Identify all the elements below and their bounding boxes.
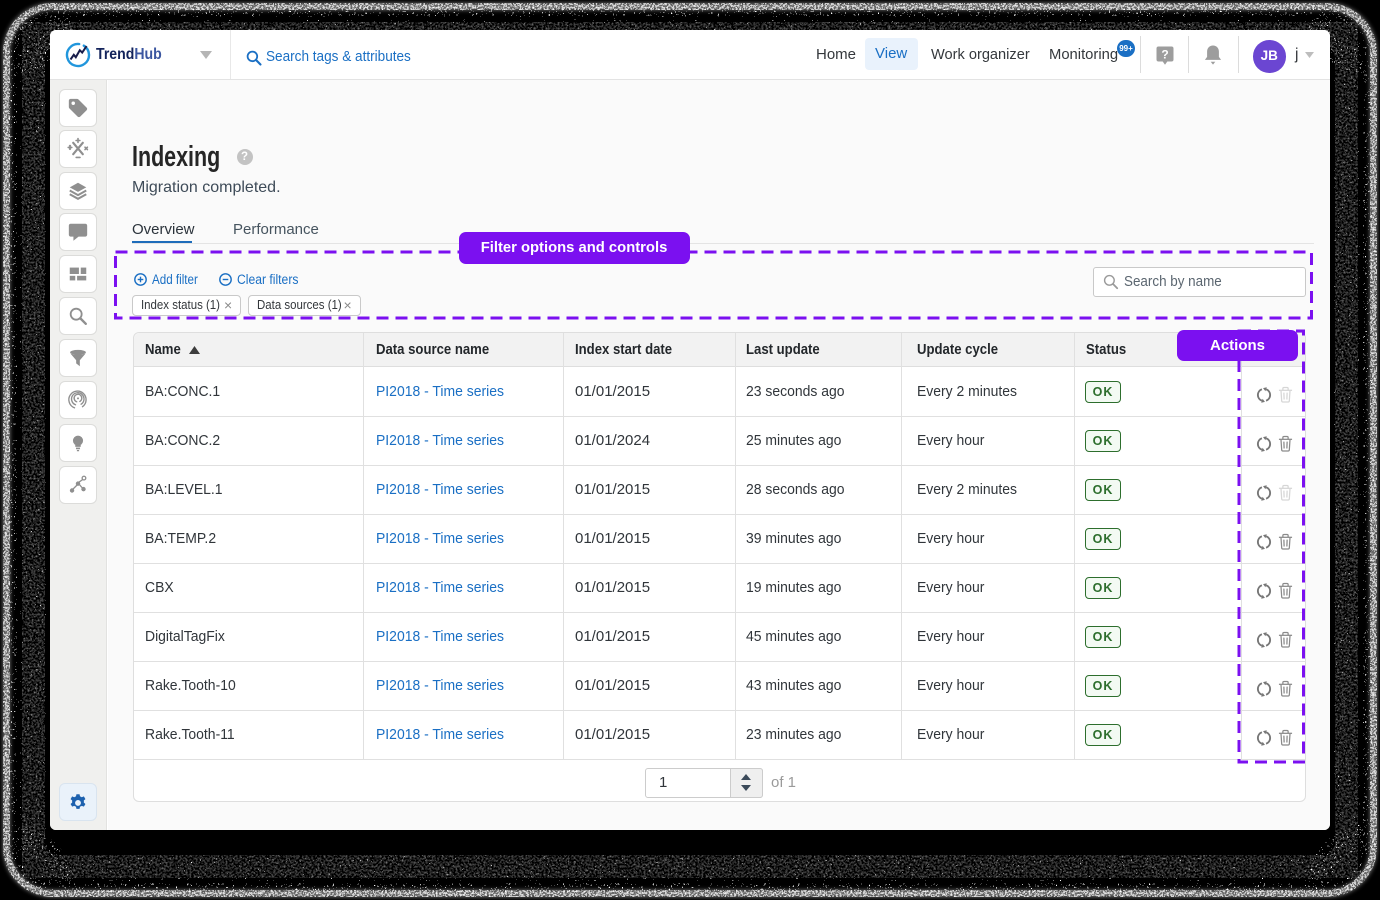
svg-text:?: ? (1161, 47, 1168, 61)
